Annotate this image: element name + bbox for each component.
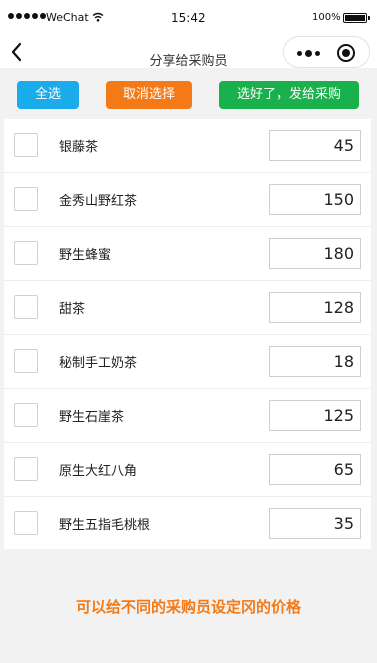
list-item: 野生石崖茶 (4, 389, 371, 443)
list-item: 野生五指毛桃根 (4, 497, 371, 551)
quantity-input[interactable] (269, 292, 361, 323)
quantity-input[interactable] (269, 400, 361, 431)
send-to-buyer-button[interactable]: 选好了，发给采购 (219, 81, 359, 109)
pricing-note: 可以给不同的采购员设定冈的价格 (75, 598, 301, 616)
item-checkbox[interactable] (14, 457, 38, 481)
list-item: 银藤茶 (4, 119, 371, 173)
item-name: 野生五指毛桃根 (59, 518, 151, 533)
item-checkbox[interactable] (14, 349, 38, 373)
item-name: 野生石崖茶 (59, 410, 125, 425)
item-checkbox[interactable] (14, 295, 38, 319)
item-checkbox[interactable] (14, 241, 38, 265)
item-name: 甜茶 (59, 302, 86, 317)
list-item: 秘制手工奶茶 (4, 335, 371, 389)
close-icon[interactable] (337, 44, 355, 62)
list-item: 野生蜂蜜 (4, 227, 371, 281)
list-item: 原生大红八角 (4, 443, 371, 497)
nav-bar: 分享给采购员 (0, 36, 377, 69)
item-checkbox[interactable] (14, 511, 38, 535)
quantity-input[interactable] (269, 238, 361, 269)
wifi-icon (92, 12, 104, 22)
item-name: 银藤茶 (59, 140, 99, 155)
mini-program-capsule (283, 36, 370, 68)
select-all-button[interactable]: 全选 (17, 81, 79, 109)
status-bar: WeChat 15:42 100% (0, 0, 377, 36)
status-time: 15:42 (171, 11, 206, 25)
item-checkbox[interactable] (14, 187, 38, 211)
list-item: 金秀山野红茶 (4, 173, 371, 227)
carrier-label: WeChat (46, 11, 89, 24)
product-list: 银藤茶 金秀山野红茶 野生蜂蜜 甜茶 秘制手工奶茶 野生石崖茶 原生大红八角 野… (4, 119, 371, 549)
item-checkbox[interactable] (14, 403, 38, 427)
quantity-input[interactable] (269, 184, 361, 215)
signal-icon (8, 13, 46, 19)
item-name: 野生蜂蜜 (59, 248, 112, 263)
quantity-input[interactable] (269, 130, 361, 161)
battery-percent: 100% (312, 12, 341, 23)
list-item: 甜茶 (4, 281, 371, 335)
item-name: 秘制手工奶茶 (59, 356, 138, 371)
more-icon[interactable] (294, 46, 322, 60)
item-checkbox[interactable] (14, 133, 38, 157)
quantity-input[interactable] (269, 508, 361, 539)
quantity-input[interactable] (269, 346, 361, 377)
item-name: 原生大红八角 (59, 464, 138, 479)
quantity-input[interactable] (269, 454, 361, 485)
cancel-selection-button[interactable]: 取消选择 (106, 81, 192, 109)
battery-icon (343, 13, 370, 23)
item-name: 金秀山野红茶 (59, 194, 138, 209)
